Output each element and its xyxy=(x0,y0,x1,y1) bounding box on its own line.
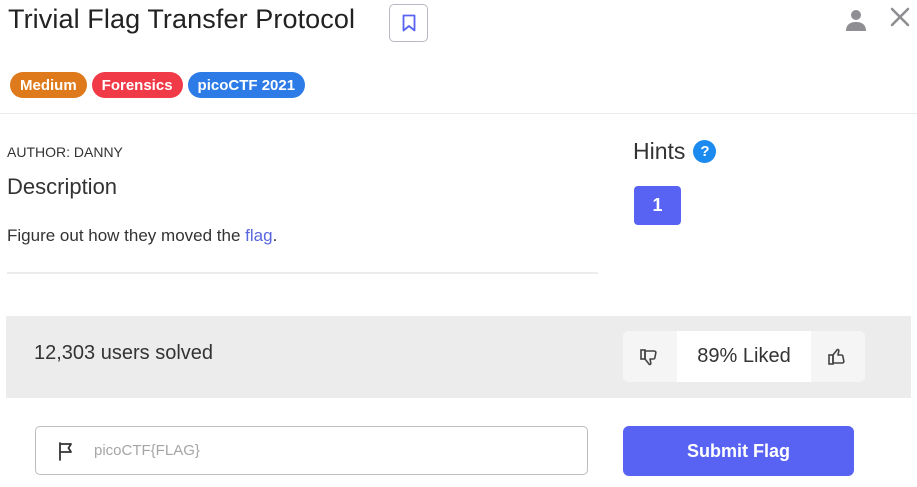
close-icon[interactable] xyxy=(888,5,912,29)
dislike-button[interactable] xyxy=(623,331,677,382)
flag-input-container xyxy=(35,426,588,475)
description-text-end: . xyxy=(272,226,278,245)
rating-box: 89% Liked xyxy=(623,331,865,382)
stats-bar: 12,303 users solved 89% Liked xyxy=(6,316,911,398)
page-title: Trivial Flag Transfer Protocol xyxy=(8,4,356,34)
bookmark-button[interactable] xyxy=(389,4,428,42)
hint-button-1[interactable]: 1 xyxy=(634,186,681,225)
help-icon[interactable]: ? xyxy=(693,140,717,163)
submit-flag-button[interactable]: Submit Flag xyxy=(623,426,854,476)
thumbs-up-icon xyxy=(828,348,845,365)
hints-header: Hints ? xyxy=(633,138,717,165)
thumbs-down-icon xyxy=(640,348,657,365)
divider xyxy=(0,113,917,114)
description-text: Figure out how they moved the flag. xyxy=(7,226,277,246)
hints-heading: Hints xyxy=(633,138,686,164)
like-button[interactable] xyxy=(811,331,865,382)
flag-input[interactable] xyxy=(94,442,514,459)
solved-count: 12,303 users solved xyxy=(34,342,214,364)
description-text-start: Figure out how they moved the xyxy=(7,226,246,245)
category-tag[interactable]: Forensics xyxy=(91,72,183,98)
description-heading: Description xyxy=(7,174,118,199)
bookmark-icon xyxy=(402,14,415,32)
flag-icon xyxy=(59,441,72,461)
event-tag[interactable]: picoCTF 2021 xyxy=(187,72,306,98)
liked-percentage: 89% Liked xyxy=(677,331,811,382)
difficulty-tag[interactable]: Medium xyxy=(10,72,87,98)
flag-link[interactable]: flag xyxy=(245,226,272,245)
tag-list: Medium Forensics picoCTF 2021 xyxy=(10,72,306,98)
user-icon[interactable] xyxy=(844,8,868,32)
description-divider xyxy=(7,272,598,274)
author-label: AUTHOR: DANNY xyxy=(7,144,123,160)
